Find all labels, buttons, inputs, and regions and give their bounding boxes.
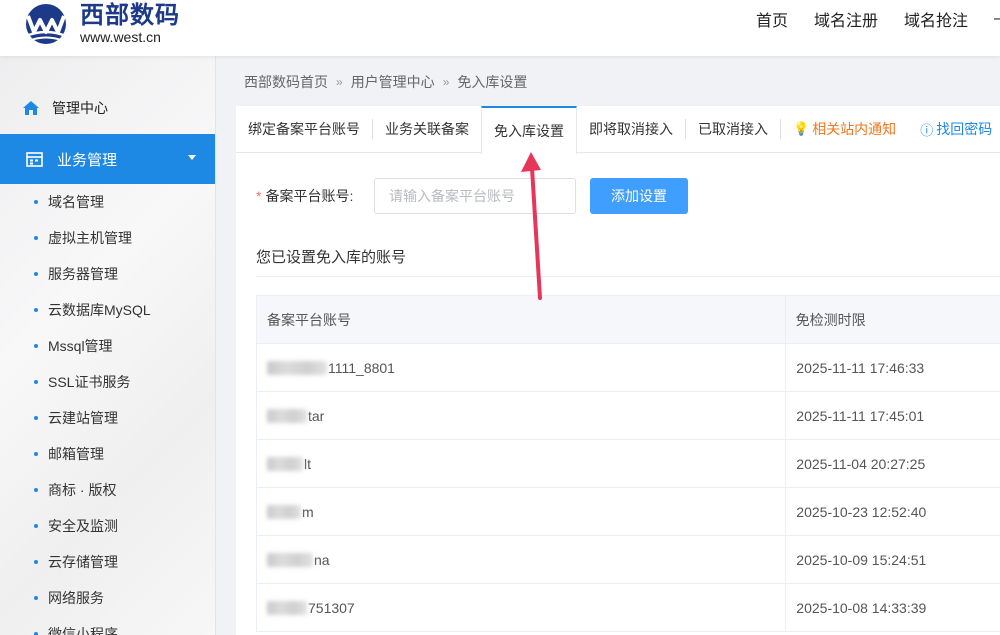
sidebar-item-ssl[interactable]: SSL证书服务	[0, 364, 215, 400]
breadcrumb: 西部数码首页 » 用户管理中心 » 免入库设置	[244, 72, 527, 92]
sidebar-item-domain[interactable]: 域名管理	[0, 184, 215, 220]
sidebar-item-network[interactable]: 网络服务	[0, 580, 215, 616]
sidebar-item-label: 管理中心	[52, 100, 108, 116]
account-cell: 751307	[257, 584, 787, 631]
logo[interactable]: 西部数码 www.west.cn	[18, 0, 180, 48]
account-input[interactable]	[374, 178, 576, 214]
redacted-text	[267, 504, 301, 519]
tab-cancelled[interactable]: 已取消接入	[686, 106, 780, 153]
sidebar-item-vhost[interactable]: 虚拟主机管理	[0, 220, 215, 256]
tab-bar: 绑定备案平台账号 业务关联备案 免入库设置 即将取消接入 已取消接入 💡 相关站…	[236, 105, 1000, 154]
chevron-down-icon	[188, 155, 196, 160]
logo-icon	[25, 4, 67, 44]
sidebar-item-mssql[interactable]: Mssql管理	[0, 328, 215, 364]
tab-recover-password[interactable]: ⓘ 找回密码	[908, 106, 1000, 153]
table-header: 备案平台账号 免检测时限	[256, 295, 1000, 344]
lightbulb-icon: 💡	[793, 121, 810, 136]
account-cell: tar	[257, 392, 787, 439]
sidebar-item-sitebuilder[interactable]: 云建站管理	[0, 400, 215, 436]
time-cell: 2025-10-08 14:33:39	[796, 599, 927, 616]
time-cell: 2025-11-11 17:46:33	[796, 359, 925, 376]
grid-icon	[26, 151, 43, 167]
table-row: m 2025-10-23 12:52:40	[256, 488, 1000, 536]
nav-domain-snap[interactable]: 域名抢注	[904, 7, 968, 31]
sidebar-subnav: 域名管理 虚拟主机管理 服务器管理 云数据库MySQL Mssql管理 SSL证…	[0, 184, 215, 635]
table-row: lt 2025-11-04 20:27:25	[256, 440, 1000, 488]
main-content: 西部数码首页 » 用户管理中心 » 免入库设置 绑定备案平台账号 业务关联备案 …	[216, 56, 1000, 635]
time-cell: 2025-11-11 17:45:01	[796, 407, 925, 424]
tab-bind-account[interactable]: 绑定备案平台账号	[236, 106, 372, 153]
sidebar-item-storage[interactable]: 云存储管理	[0, 544, 215, 580]
redacted-text	[267, 360, 327, 375]
sidebar-item-miniapp[interactable]: 微信小程序	[0, 616, 215, 635]
account-cell: 1111_8801	[257, 344, 787, 391]
time-cell: 2025-11-04 20:27:25	[796, 455, 926, 472]
redacted-text	[267, 408, 307, 423]
column-header-account: 备案平台账号	[257, 296, 786, 343]
top-header: 西部数码 www.west.cn 首页 域名注册 域名抢注 —	[0, 0, 1000, 56]
info-icon: ⓘ	[920, 122, 934, 138]
redacted-text	[267, 456, 303, 471]
tab-pending-cancel[interactable]: 即将取消接入	[577, 106, 685, 153]
sidebar-item-trademark[interactable]: 商标 · 版权	[0, 472, 215, 508]
table-row: na 2025-10-09 15:24:51	[256, 536, 1000, 584]
sidebar-item-business[interactable]: 业务管理	[0, 134, 215, 184]
sidebar: 管理中心 业务管理 域名管理 虚拟主机管理 服务器管理 云数据库MySQL Ms…	[0, 56, 216, 635]
account-cell: na	[257, 536, 787, 583]
breadcrumb-separator-icon: »	[442, 75, 450, 89]
section-title: 您已设置免入库的账号	[256, 249, 407, 266]
sidebar-item-server[interactable]: 服务器管理	[0, 256, 215, 292]
time-cell: 2025-10-23 12:52:40	[796, 503, 927, 520]
column-header-time: 免检测时限	[795, 311, 866, 328]
redacted-text	[267, 552, 313, 567]
top-nav: 首页 域名注册 域名抢注 —	[730, 0, 1000, 38]
home-icon	[23, 101, 39, 115]
breadcrumb-home[interactable]: 西部数码首页	[244, 72, 328, 92]
sidebar-item-mail[interactable]: 邮箱管理	[0, 436, 215, 472]
account-cell: lt	[257, 440, 787, 487]
breadcrumb-current: 免入库设置	[457, 74, 528, 90]
nav-more[interactable]: —	[994, 10, 1000, 28]
sidebar-item-security[interactable]: 安全及监测	[0, 508, 215, 544]
exempt-accounts-table: 备案平台账号 免检测时限 1111_8801 2025-11-11 17:46:…	[256, 295, 1000, 632]
tab-business-filing[interactable]: 业务关联备案	[373, 106, 481, 153]
table-row: tar 2025-11-11 17:45:01	[256, 392, 1000, 440]
content-panel: 绑定备案平台账号 业务关联备案 免入库设置 即将取消接入 已取消接入 💡 相关站…	[236, 105, 1000, 635]
table-row: 1111_8801 2025-11-11 17:46:33	[256, 344, 1000, 392]
sidebar-item-dashboard[interactable]: 管理中心	[0, 88, 215, 128]
time-cell: 2025-10-09 15:24:51	[796, 551, 927, 568]
redacted-text	[267, 600, 307, 615]
breadcrumb-separator-icon: »	[336, 75, 343, 89]
logo-title: 西部数码	[80, 2, 180, 29]
table-row: 751307 2025-10-08 14:33:39	[256, 584, 1000, 632]
sidebar-item-mysql[interactable]: 云数据库MySQL	[0, 292, 215, 328]
logo-url: www.west.cn	[80, 29, 161, 45]
breadcrumb-user-center[interactable]: 用户管理中心	[351, 72, 435, 92]
add-account-form: *备案平台账号: 添加设置	[256, 178, 688, 214]
sidebar-item-label: 业务管理	[57, 151, 118, 169]
divider	[256, 276, 1000, 277]
add-setting-button[interactable]: 添加设置	[590, 178, 688, 214]
nav-home[interactable]: 首页	[756, 7, 788, 31]
tab-exempt-settings[interactable]: 免入库设置	[481, 105, 577, 154]
account-label: * 备案平台账号:	[256, 188, 354, 204]
account-cell: m	[257, 488, 787, 535]
tab-notices[interactable]: 💡 相关站内通知	[781, 106, 908, 153]
nav-domain-register[interactable]: 域名注册	[814, 7, 878, 31]
